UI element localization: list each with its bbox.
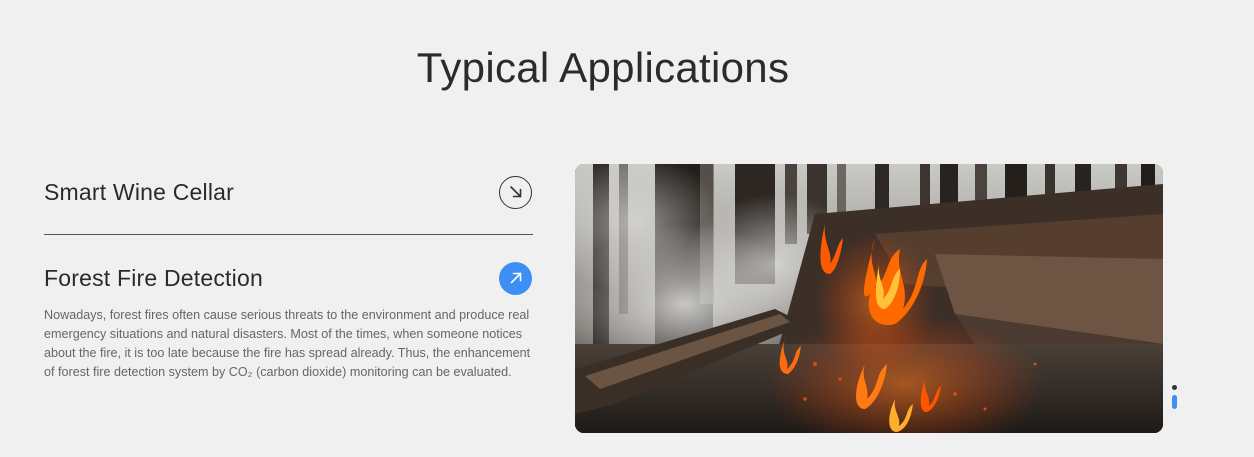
accordion-title: Forest Fire Detection [44, 264, 263, 291]
pagination-dot[interactable] [1172, 385, 1177, 390]
expand-button[interactable] [499, 175, 532, 209]
arrow-up-right-icon [510, 272, 521, 284]
applications-accordion: Smart Wine Cellar Forest Fire Detection [44, 164, 533, 382]
slider-pagination [1172, 385, 1177, 411]
typical-applications-section: Typical Applications Smart Wine Cellar F… [0, 0, 1254, 457]
accordion-description: Nowadays, forest fires often cause serio… [44, 308, 531, 379]
collapse-button[interactable] [499, 261, 532, 295]
pagination-dot-active[interactable] [1172, 395, 1177, 409]
arrow-down-right-icon [509, 186, 521, 198]
accordion-item-smart-wine-cellar[interactable]: Smart Wine Cellar [44, 164, 533, 235]
forest-fire-photo [575, 164, 1163, 433]
accordion-header-smart-wine-cellar[interactable]: Smart Wine Cellar [44, 164, 533, 220]
accordion-title: Smart Wine Cellar [44, 178, 234, 205]
accordion-item-forest-fire-detection[interactable]: Forest Fire Detection Nowadays, forest f… [44, 235, 533, 382]
forest-fire-illustration [575, 164, 1163, 433]
accordion-header-forest-fire-detection[interactable]: Forest Fire Detection [44, 261, 533, 295]
section-title: Typical Applications [416, 44, 790, 91]
